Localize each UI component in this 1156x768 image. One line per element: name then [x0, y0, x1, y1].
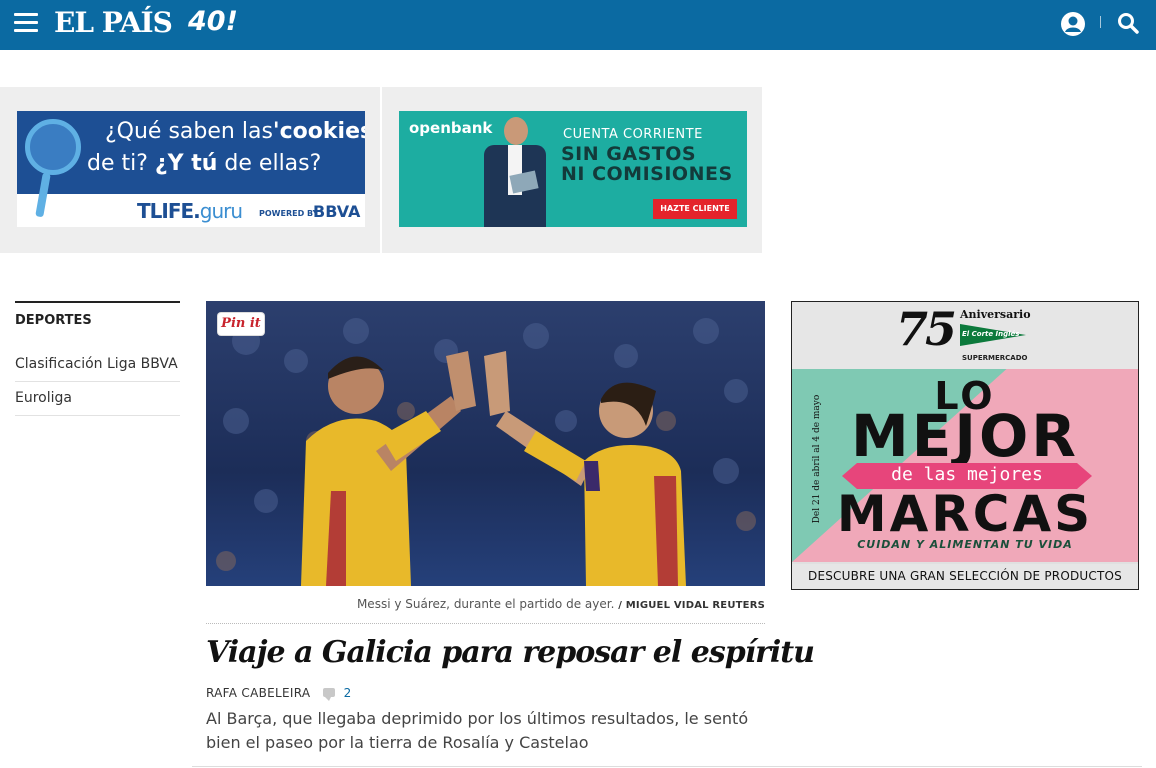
- article-byline: RAFA CABELEIRA 2: [206, 686, 352, 701]
- players-celebrating-image: [206, 301, 765, 586]
- comment-count[interactable]: 2: [344, 686, 352, 700]
- sidebar-item-clasificacion[interactable]: Clasificación Liga BBVA: [15, 355, 180, 382]
- header-divider: [1100, 16, 1101, 28]
- supermarket-label: SUPERMERCADO: [962, 354, 1028, 362]
- sidebar-top-rule: [15, 301, 180, 303]
- anniversary-badge: 40!: [188, 6, 238, 37]
- bbva-cookies-ad[interactable]: ¿Qué saben las'cookies' de ti? ¿Y tú de …: [17, 111, 365, 227]
- ad-line3: NI COMISIONES: [561, 163, 733, 185]
- magnifier-icon: [25, 119, 81, 175]
- photo-caption: Messi y Suárez, durante el partido de ay…: [206, 597, 765, 611]
- anniversary-label: Aniversario: [960, 308, 1031, 321]
- store-name: El Corte Inglés: [962, 330, 1020, 338]
- ad-question-line1: ¿Qué saben las'cookies': [105, 119, 365, 144]
- hamburger-menu-icon[interactable]: [14, 13, 38, 33]
- site-logo[interactable]: EL PAÍS: [54, 6, 173, 39]
- tlife-guru-logo: TLIFE.guru: [137, 199, 243, 223]
- hazte-cliente-button[interactable]: HAZTE CLIENTE: [653, 199, 737, 219]
- headline-mejor: MEJOR: [851, 402, 1079, 470]
- ad-divider: [380, 87, 382, 253]
- ad-footer-cta[interactable]: DESCUBRE UNA GRAN SELECCIÓN DE PRODUCTOS: [792, 564, 1138, 589]
- sidebar-item-euroliga[interactable]: Euroliga: [15, 389, 180, 416]
- headline-marcas: MARCAS: [836, 485, 1094, 543]
- ad-band: ¿Qué saben las'cookies' de ti? ¿Y tú de …: [0, 87, 762, 253]
- top-header: EL PAÍS 40!: [0, 0, 1156, 50]
- ad-question-line2: de ti? ¿Y tú de ellas?: [87, 151, 322, 176]
- sidebar-title: DEPORTES: [15, 313, 92, 328]
- caption-divider: [206, 623, 765, 624]
- ad-line2: SIN GASTOS: [561, 143, 697, 165]
- article-bottom-rule: [192, 766, 1142, 767]
- article-photo[interactable]: [206, 301, 765, 586]
- sidebar-list: Clasificación Liga BBVA Euroliga: [15, 355, 180, 416]
- openbank-ad[interactable]: openbank CUENTA CORRIENTE SIN GASTOS NI …: [399, 111, 747, 227]
- author-name[interactable]: RAFA CABELEIRA: [206, 686, 310, 700]
- section-sidebar: DEPORTES Clasificación Liga BBVA Eurolig…: [15, 301, 180, 423]
- user-account-icon[interactable]: [1060, 11, 1086, 37]
- article-headline[interactable]: Viaje a Galicia para reposar el espíritu: [206, 635, 815, 670]
- ad-person-head: [504, 117, 528, 145]
- comment-bubble-icon[interactable]: [323, 688, 336, 701]
- ad-line1: CUENTA CORRIENTE: [563, 127, 703, 142]
- bbva-logo: BBVA: [313, 202, 361, 221]
- powered-by-label: POWERED BY: [259, 209, 319, 218]
- article-standfirst: Al Barça, que llegaba deprimido por los …: [206, 709, 749, 752]
- anniversary-number: 75: [896, 302, 957, 356]
- corte-ingles-ad[interactable]: 75 Aniversario El Corte Inglés SUPERMERC…: [791, 301, 1139, 590]
- headline-de-las-mejores: de las mejores: [891, 464, 1043, 485]
- ad-tagline: CUIDAN Y ALIMENTAN TU VIDA: [857, 538, 1073, 551]
- caption-text: Messi y Suárez, durante el partido de ay…: [356, 597, 615, 611]
- search-icon[interactable]: [1116, 11, 1140, 35]
- pinterest-pin-button[interactable]: Pin it: [218, 313, 264, 335]
- openbank-logo: openbank: [409, 119, 493, 137]
- photo-credit: / MIGUEL VIDAL REUTERS: [618, 600, 765, 611]
